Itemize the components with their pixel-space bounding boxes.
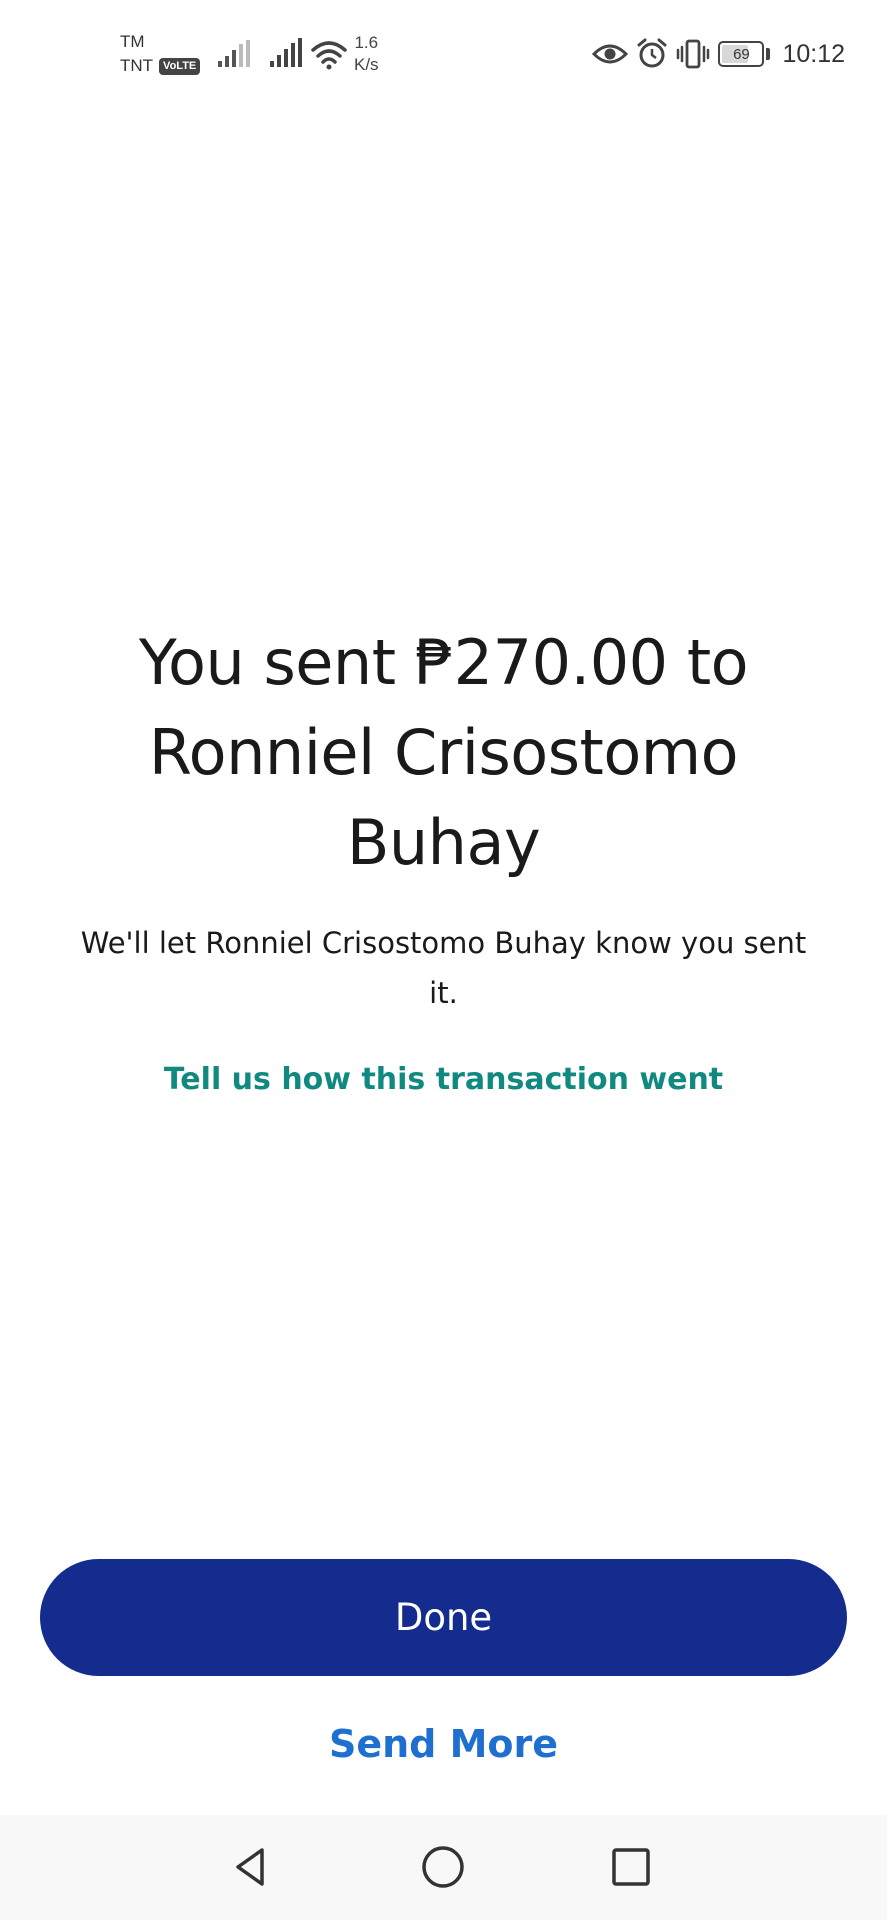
nav-recents-button[interactable] xyxy=(601,1837,661,1897)
vibrate-icon xyxy=(677,39,710,69)
network-speed-unit: K/s xyxy=(354,55,379,74)
clock: 10:12 xyxy=(782,39,845,68)
battery-icon: 69 xyxy=(718,41,765,67)
signal-icon xyxy=(218,40,250,67)
home-icon xyxy=(422,1846,464,1888)
carrier-name-sim1: TM xyxy=(120,32,145,51)
network-speed: 1.6 K/s xyxy=(354,32,379,76)
payment-success-screen: TM TNT VoLTE 1.6 K/s 69 10:12 You sent ₱… xyxy=(0,0,887,1920)
back-icon xyxy=(236,1848,264,1886)
wifi-icon xyxy=(311,41,347,70)
send-more-link[interactable]: Send More xyxy=(200,1722,687,1766)
network-speed-value: 1.6 xyxy=(354,33,379,52)
carrier-name-sim2: TNT xyxy=(120,56,154,75)
carrier-info: TM TNT VoLTE xyxy=(120,30,201,78)
battery-tip xyxy=(766,48,771,60)
transaction-feedback-link[interactable]: Tell us how this transaction went xyxy=(100,1062,787,1097)
alarm-icon xyxy=(637,38,667,68)
battery-level: 69 xyxy=(733,45,750,63)
status-bar: TM TNT VoLTE 1.6 K/s 69 10:12 xyxy=(0,0,887,100)
payment-confirmation-title: You sent ₱270.00 to Ronniel Crisostomo B… xyxy=(138,626,749,879)
status-icons: 69 10:12 xyxy=(592,38,845,70)
navigation-bar xyxy=(0,1815,887,1920)
eye-icon xyxy=(592,44,629,64)
recents-icon xyxy=(612,1848,650,1886)
nav-home-button[interactable] xyxy=(413,1837,473,1897)
signal-icon xyxy=(270,38,302,67)
recipient-notice: We'll let Ronniel Crisostomo Buhay know … xyxy=(80,926,807,1010)
done-button[interactable]: Done xyxy=(40,1559,847,1676)
volte-badge: VoLTE xyxy=(159,57,201,75)
nav-back-button[interactable] xyxy=(222,1837,282,1897)
